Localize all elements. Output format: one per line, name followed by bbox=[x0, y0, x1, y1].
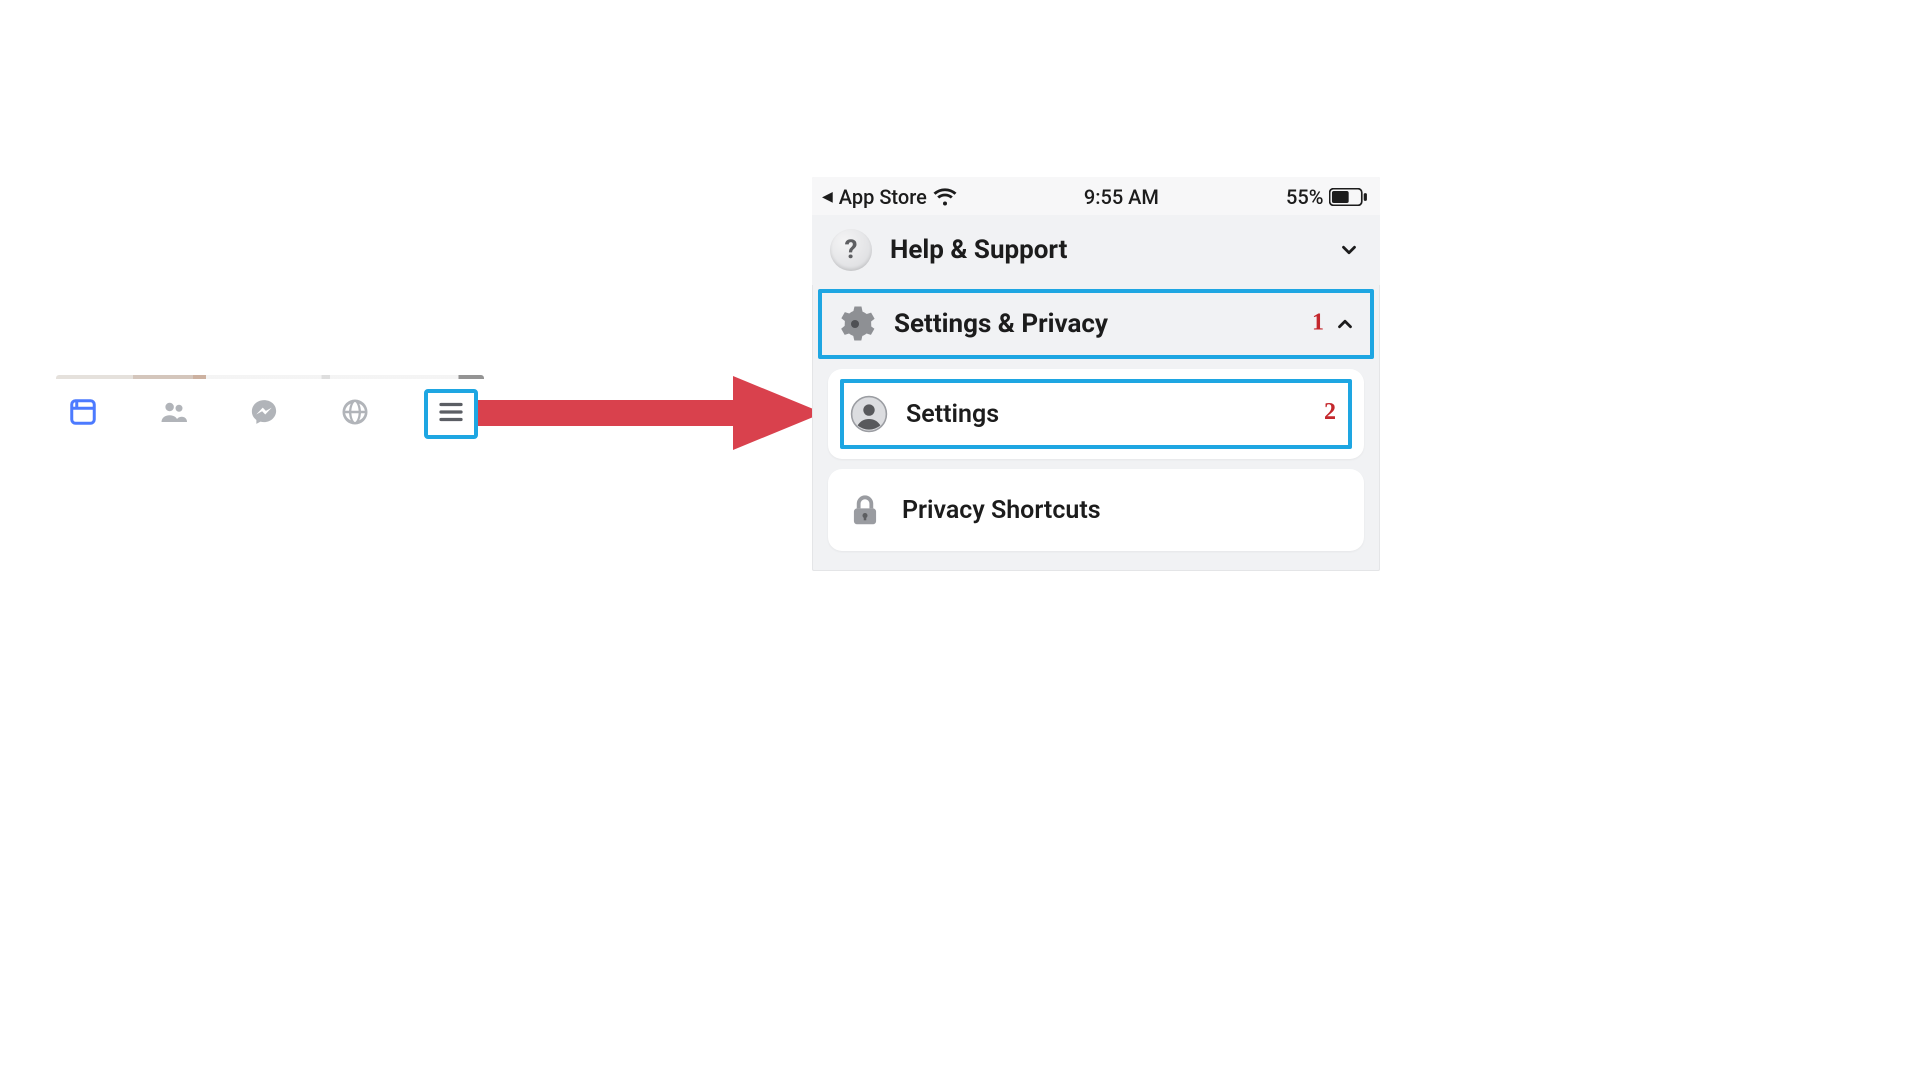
phone-settings-panel: ◀ App Store 9:55 AM 55% ? Help & Support… bbox=[812, 177, 1380, 571]
settings-card: Settings 2 bbox=[828, 369, 1364, 459]
status-battery: 55% bbox=[1286, 185, 1368, 209]
menu-item-privacy-shortcuts[interactable]: Privacy Shortcuts bbox=[840, 479, 1352, 541]
nav-bar bbox=[56, 379, 484, 449]
lock-icon bbox=[846, 491, 884, 529]
gear-icon bbox=[834, 303, 876, 345]
settings-privacy-label: Settings & Privacy bbox=[894, 309, 1108, 339]
privacy-shortcuts-card: Privacy Shortcuts bbox=[828, 469, 1364, 551]
annotation-2: 2 bbox=[1324, 399, 1336, 426]
nav-notifications[interactable] bbox=[334, 393, 376, 435]
menu-help-support[interactable]: ? Help & Support bbox=[812, 215, 1380, 285]
nav-menu[interactable] bbox=[424, 389, 478, 439]
battery-icon bbox=[1329, 188, 1368, 206]
globe-icon bbox=[340, 397, 370, 431]
status-back-app[interactable]: ◀ App Store bbox=[822, 185, 957, 209]
battery-pct: 55% bbox=[1286, 185, 1323, 209]
annotation-arrow bbox=[478, 370, 823, 456]
annotation-1: 1 bbox=[1312, 309, 1324, 336]
help-icon: ? bbox=[830, 229, 872, 271]
wifi-icon bbox=[933, 188, 957, 206]
ios-status-bar: ◀ App Store 9:55 AM 55% bbox=[812, 177, 1380, 215]
settings-item-label: Settings bbox=[906, 400, 999, 429]
back-triangle-icon: ◀ bbox=[822, 189, 833, 205]
back-app-label: App Store bbox=[839, 185, 927, 209]
nav-top-strip bbox=[56, 375, 484, 379]
hamburger-icon bbox=[436, 397, 466, 431]
help-support-label: Help & Support bbox=[890, 235, 1067, 265]
newsfeed-icon bbox=[68, 397, 98, 431]
messenger-icon bbox=[249, 397, 279, 431]
nav-friends[interactable] bbox=[153, 393, 195, 435]
chevron-down-icon bbox=[1336, 237, 1362, 263]
chevron-up-icon bbox=[1332, 311, 1358, 337]
nav-feed[interactable] bbox=[62, 393, 104, 435]
privacy-shortcuts-label: Privacy Shortcuts bbox=[902, 496, 1101, 525]
person-icon bbox=[850, 395, 888, 433]
menu-item-settings[interactable]: Settings bbox=[840, 379, 1352, 449]
friends-icon bbox=[159, 397, 189, 431]
menu-settings-privacy[interactable]: Settings & Privacy 1 bbox=[818, 289, 1374, 359]
facebook-bottom-nav bbox=[56, 375, 484, 449]
status-time: 9:55 AM bbox=[1084, 185, 1159, 209]
nav-messenger[interactable] bbox=[243, 393, 285, 435]
